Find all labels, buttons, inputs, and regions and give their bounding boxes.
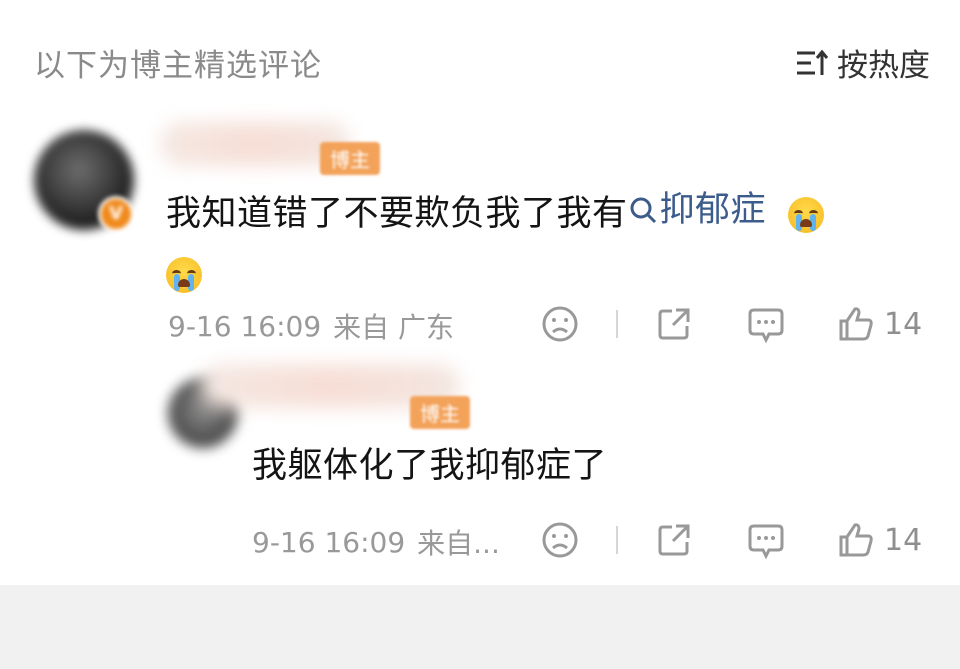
reply-actions: 14 bbox=[540, 520, 922, 560]
like-button[interactable]: 14 bbox=[836, 520, 922, 560]
bottom-band bbox=[0, 585, 960, 669]
section-title: 以下为博主精选评论 bbox=[34, 48, 322, 84]
comment-actions: 14 bbox=[540, 304, 922, 344]
crying-face-emoji bbox=[787, 197, 824, 233]
divider bbox=[616, 310, 618, 338]
thumbs-up-icon bbox=[839, 523, 873, 557]
reply-comment-icon[interactable] bbox=[746, 520, 786, 560]
topic-link[interactable]: 抑郁症 bbox=[628, 180, 767, 240]
topic-link-label: 抑郁症 bbox=[659, 190, 767, 230]
share-icon[interactable] bbox=[654, 520, 694, 560]
comment-text: 我知道错了不要欺负我了我有 抑郁症 bbox=[166, 180, 906, 304]
dislike-face-icon[interactable] bbox=[540, 520, 580, 560]
author-tag: 博主 bbox=[410, 396, 470, 429]
sort-label: 按热度 bbox=[837, 48, 930, 84]
reply-meta: 9-16 16:09 来自... bbox=[252, 522, 500, 562]
reply-location: 来自... bbox=[417, 527, 500, 560]
comment-meta: 9-16 16:09 来自 广东 bbox=[168, 306, 454, 346]
share-icon[interactable] bbox=[654, 304, 694, 344]
author-tag: 博主 bbox=[320, 142, 380, 175]
like-count: 14 bbox=[884, 522, 923, 558]
reply-comment-icon[interactable] bbox=[746, 304, 786, 344]
comment-body: 我知道错了不要欺负我了我有 bbox=[166, 194, 628, 234]
like-count: 14 bbox=[884, 306, 923, 342]
reply-time: 9-16 16:09 bbox=[252, 525, 406, 559]
reply-text: 我躯体化了我抑郁症了 bbox=[252, 446, 608, 486]
crying-face-emoji bbox=[166, 257, 202, 293]
thumbs-up-icon bbox=[839, 307, 873, 341]
verified-badge-icon: V bbox=[98, 196, 134, 232]
comment-location: 来自 广东 bbox=[333, 311, 455, 344]
like-button[interactable]: 14 bbox=[836, 304, 922, 344]
sort-lines-icon bbox=[797, 49, 829, 75]
divider bbox=[616, 526, 618, 554]
comment-time: 9-16 16:09 bbox=[168, 309, 322, 343]
sort-by-popularity-button[interactable]: 按热度 bbox=[795, 40, 930, 85]
search-icon bbox=[630, 197, 656, 224]
dislike-face-icon[interactable] bbox=[540, 304, 580, 344]
